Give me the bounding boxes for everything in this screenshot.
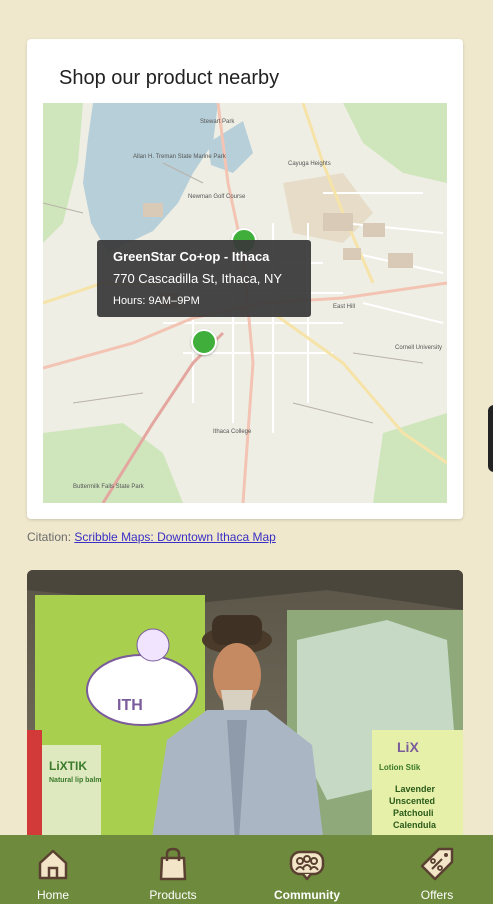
store-address: 770 Cascadilla St, Ithaca, NY xyxy=(113,271,283,286)
citation-link[interactable]: Scribble Maps: Downtown Ithaca Map xyxy=(74,530,275,544)
sign-text: LiX xyxy=(397,739,419,755)
nav-item-community[interactable]: Community xyxy=(272,835,342,904)
citation: Citation: Scribble Maps: Downtown Ithaca… xyxy=(27,530,276,544)
nav-label-offers: Offers xyxy=(420,888,454,902)
sign-text: Lotion Stik xyxy=(379,763,421,772)
community-icon xyxy=(288,835,326,887)
map-label: East Hill xyxy=(333,304,355,310)
side-drawer-handle[interactable] xyxy=(488,405,493,472)
bottom-nav: Home Products Community Offers xyxy=(0,835,493,904)
sign-text: Natural lip balm xyxy=(49,777,102,784)
sign-text: Unscented xyxy=(389,796,435,806)
map-label: Buttermilk Falls State Park xyxy=(73,484,145,490)
map-label: Newman Golf Course xyxy=(188,194,246,200)
vendor-photo-image: LiXTIK Natural lip balm ITH LiX Lotion S… xyxy=(27,570,463,870)
store-marker[interactable] xyxy=(191,329,217,355)
vendor-photo: LiXTIK Natural lip balm ITH LiX Lotion S… xyxy=(27,570,463,870)
section-title: Shop our product nearby xyxy=(59,67,280,89)
store-tooltip: GreenStar Co+op - Ithaca 770 Cascadilla … xyxy=(97,240,311,317)
store-name: GreenStar Co+op - Ithaca xyxy=(113,249,270,264)
map-label: Cayuga Heights xyxy=(288,161,331,167)
nav-item-offers[interactable]: Offers xyxy=(407,835,467,904)
nav-item-home[interactable]: Home xyxy=(23,835,83,904)
nav-item-products[interactable]: Products xyxy=(143,835,203,904)
shopping-bag-icon xyxy=(155,835,191,887)
map-view[interactable]: Allan H. Treman State Marine Park Stewar… xyxy=(43,103,447,503)
nav-label-home: Home xyxy=(36,888,69,902)
nav-label-products: Products xyxy=(149,888,197,902)
sign-text: Lavender xyxy=(395,784,436,794)
map-label: Ithaca College xyxy=(213,429,252,435)
map-label: Cornell University xyxy=(395,345,442,351)
sign-text: Calendula xyxy=(393,820,437,830)
citation-prefix: Citation: xyxy=(27,530,72,544)
sign-text: LiXTIK xyxy=(49,759,87,773)
home-icon xyxy=(35,835,71,887)
map-label: Stewart Park xyxy=(200,119,235,125)
map-label: Allan H. Treman State Marine Park xyxy=(133,154,227,160)
store-hours: Hours: 9AM–9PM xyxy=(113,295,200,307)
sign-text: ITH xyxy=(117,697,143,714)
map-card: Shop our product nearby Allan H. Treman … xyxy=(27,39,463,519)
nav-label-community: Community xyxy=(274,888,340,902)
sign-text: Patchouli xyxy=(393,808,434,818)
discount-tag-icon xyxy=(419,835,455,887)
